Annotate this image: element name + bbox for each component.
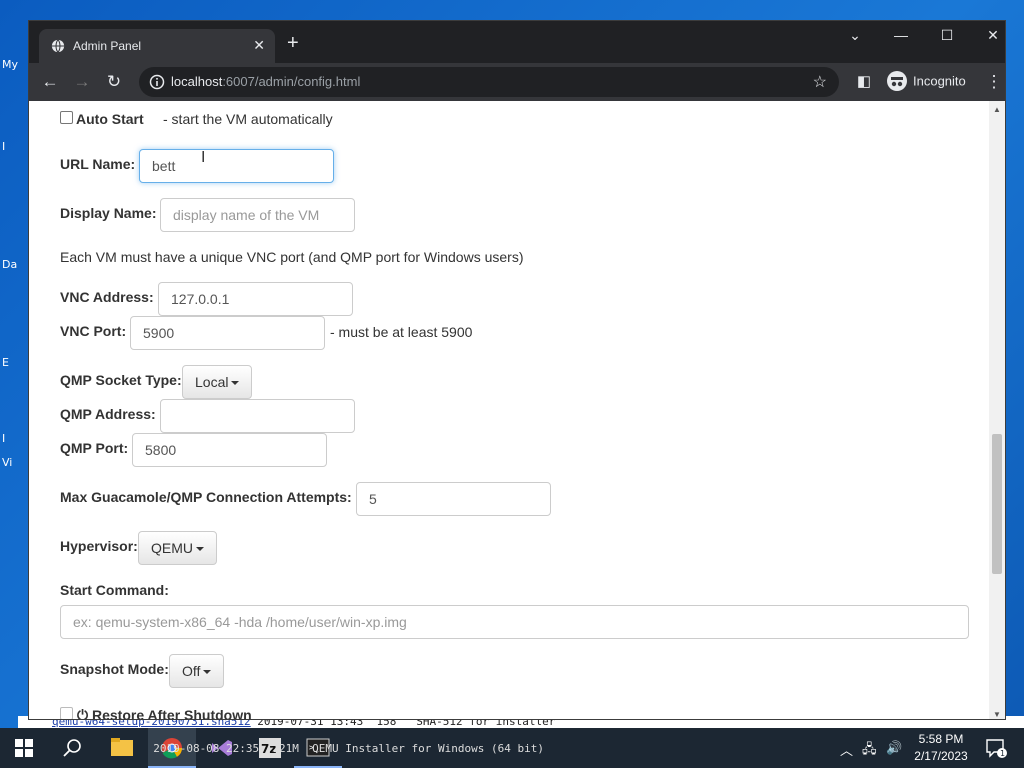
show-hidden-icons[interactable]: ︿ (840, 740, 853, 759)
tab-search-icon[interactable]: ⌄ (832, 27, 878, 44)
auto-start-description: - start the VM automatically (163, 111, 333, 127)
desktop-icon-label[interactable]: I (2, 140, 5, 153)
start-command-label: Start Command: (60, 582, 169, 598)
clock-date: 2/17/2023 (914, 749, 968, 763)
snapshot-mode-dropdown[interactable]: Off (169, 654, 225, 688)
text-cursor-icon: I (201, 149, 206, 166)
qmp-address-input[interactable] (160, 399, 355, 433)
scroll-down-icon[interactable]: ▼ (993, 710, 1001, 719)
desktop-icon-label[interactable]: I (2, 432, 5, 445)
browser-window: Admin Panel ✕ + ⌄ — ☐ ✕ ← → ↻ localhost:… (28, 20, 1006, 720)
qmp-port-input[interactable]: 5800 (132, 433, 327, 467)
hypervisor-value: QEMU (151, 540, 193, 556)
auto-start-checkbox[interactable] (60, 111, 73, 124)
max-attempts-label: Max Guacamole/QMP Connection Attempts: (60, 489, 352, 505)
vnc-port-label: VNC Port: (60, 323, 127, 339)
page-scrollbar[interactable]: ▲ ▼ (989, 101, 1005, 719)
qmp-address-label: QMP Address: (60, 406, 156, 422)
qmp-port-label: QMP Port: (60, 440, 129, 456)
url-name-value: bett (152, 158, 176, 174)
scroll-up-icon[interactable]: ▲ (993, 105, 1001, 114)
max-attempts-value: 5 (369, 491, 377, 507)
clock-time: 5:58 PM (918, 732, 964, 746)
desktop-icon-label[interactable]: My (2, 58, 18, 71)
close-tab-icon[interactable]: ✕ (253, 37, 265, 54)
vnc-port-input[interactable]: 5900 (130, 316, 325, 350)
display-name-input[interactable]: display name of the VM (160, 198, 355, 232)
display-name-label: Display Name: (60, 205, 157, 221)
vnc-port-value: 5900 (143, 325, 175, 341)
url-text: localhost:6007/admin/config.html (171, 74, 360, 89)
notifications-button[interactable]: 1 (984, 737, 1008, 762)
maximize-icon[interactable]: ☐ (924, 27, 970, 44)
globe-icon (51, 39, 65, 53)
scrollbar-thumb[interactable] (992, 434, 1002, 574)
menu-icon[interactable]: ⋮ (983, 71, 1005, 93)
desktop-icon-label[interactable]: Vi (2, 456, 12, 469)
power-icon: ⏻ (77, 707, 89, 720)
qmp-socket-type-value: Local (195, 374, 229, 390)
forward-icon[interactable]: → (71, 71, 93, 93)
qmp-socket-type-label: QMP Socket Type: (60, 372, 182, 388)
restore-after-shutdown-checkbox[interactable] (60, 707, 73, 719)
side-panel-icon[interactable]: ◧ (853, 71, 875, 93)
auto-start-label: Auto Start (76, 111, 144, 127)
browser-toolbar: ← → ↻ localhost:6007/admin/config.html ☆… (29, 63, 1005, 101)
start-command-placeholder: ex: qemu-system-x86_64 -hda /home/user/w… (73, 614, 407, 630)
bookmark-star-icon[interactable]: ☆ (813, 72, 827, 92)
reload-icon[interactable]: ↻ (103, 71, 125, 93)
restore-after-shutdown-label: Restore After Shutdown (91, 707, 252, 720)
back-icon[interactable]: ← (39, 71, 61, 93)
config-form: Auto Start - start the VM automatically … (29, 101, 991, 720)
snapshot-mode-label: Snapshot Mode: (60, 661, 169, 677)
caret-down-icon (203, 670, 212, 675)
close-window-icon[interactable]: ✕ (970, 27, 1005, 44)
hypervisor-dropdown[interactable]: QEMU (138, 531, 217, 565)
incognito-indicator[interactable]: Incognito (887, 71, 966, 93)
minimize-icon[interactable]: — (878, 27, 924, 43)
start-command-input[interactable]: ex: qemu-system-x86_64 -hda /home/user/w… (60, 605, 969, 639)
clock[interactable]: 5:58 PM 2/17/2023 (908, 731, 974, 765)
vnc-address-label: VNC Address: (60, 289, 154, 305)
desktop-icon-label[interactable]: Da (2, 258, 17, 271)
restore-after-shutdown-row: ⏻ Restore After Shutdown (77, 707, 252, 720)
vnc-note: Each VM must have a unique VNC port (and… (60, 249, 524, 265)
volume-icon[interactable]: 🔊 (886, 740, 902, 756)
max-attempts-input[interactable]: 5 (356, 482, 551, 516)
address-bar[interactable]: localhost:6007/admin/config.html ☆ (139, 67, 839, 97)
incognito-label: Incognito (913, 73, 966, 89)
terminal-line: 2019-08-08 22:35 121M QEMU Installer for… (34, 742, 544, 755)
vnc-address-value: 127.0.0.1 (171, 291, 230, 307)
url-name-input[interactable]: bett (139, 149, 334, 183)
incognito-icon (887, 71, 907, 91)
notification-icon: 1 (986, 739, 1007, 758)
network-icon[interactable]: 🖧 (862, 740, 877, 762)
notification-count: 1 (1000, 749, 1005, 758)
desktop-icon-label[interactable]: E (2, 356, 9, 369)
tab-admin-panel[interactable]: Admin Panel ✕ (39, 29, 275, 63)
snapshot-mode-value: Off (182, 663, 201, 679)
qmp-port-value: 5800 (145, 442, 177, 458)
site-info-icon[interactable] (149, 74, 165, 90)
display-name-placeholder: display name of the VM (173, 207, 320, 223)
url-host: localhost (171, 74, 223, 89)
vnc-port-hint: - must be at least 5900 (330, 324, 473, 340)
hypervisor-label: Hypervisor: (60, 538, 138, 554)
vnc-address-input[interactable]: 127.0.0.1 (158, 282, 353, 316)
url-name-label: URL Name: (60, 156, 136, 172)
tab-bar: Admin Panel ✕ + ⌄ — ☐ ✕ (29, 21, 1005, 63)
qmp-socket-type-dropdown[interactable]: Local (182, 365, 253, 399)
url-path: :6007/admin/config.html (222, 74, 361, 89)
tab-title: Admin Panel (73, 39, 142, 53)
new-tab-icon[interactable]: + (287, 33, 299, 53)
caret-down-icon (196, 547, 204, 552)
caret-down-icon (231, 381, 240, 386)
